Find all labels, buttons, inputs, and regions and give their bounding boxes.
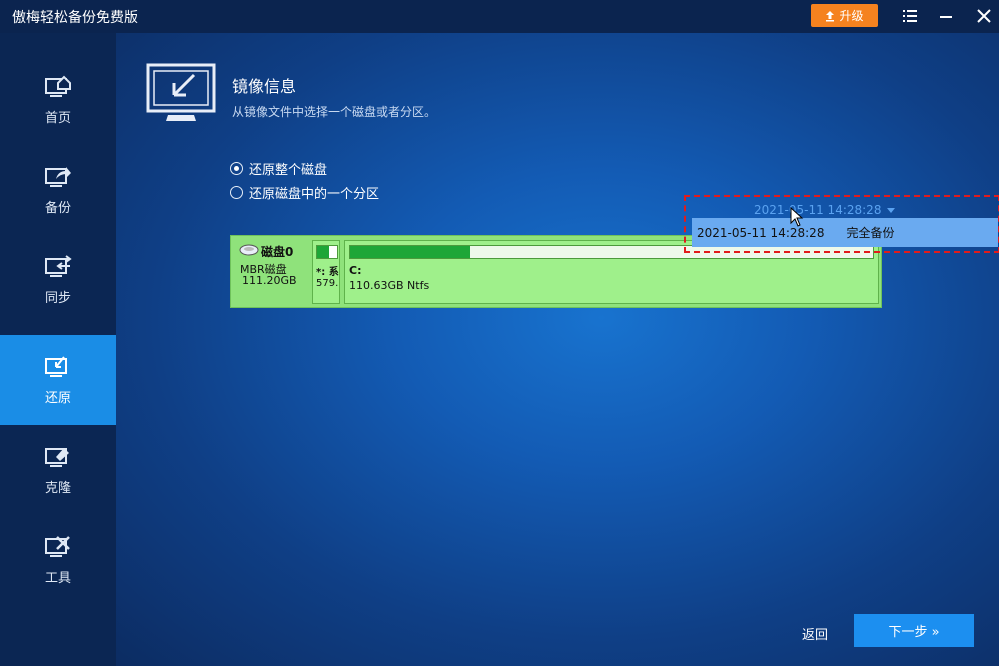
page-title: 镜像信息 xyxy=(232,77,297,96)
upgrade-arrow-icon xyxy=(826,10,835,21)
sidebar-item-clone[interactable]: 克隆 xyxy=(0,425,116,515)
menu-icon[interactable] xyxy=(900,6,920,26)
sidebar-item-label: 工具 xyxy=(44,570,71,586)
disk-size: 111.20GB xyxy=(242,274,297,287)
mouse-cursor-icon xyxy=(790,207,804,227)
partition-system[interactable]: *: 系 579. xyxy=(312,240,340,304)
option-type: 完全备份 xyxy=(846,226,895,240)
sidebar-item-label: 克隆 xyxy=(44,480,71,496)
upgrade-label: 升级 xyxy=(839,9,864,23)
next-button[interactable]: 下一步 » xyxy=(854,614,974,647)
sidebar: 首页 备份 同步 还原 克隆 工具 xyxy=(0,33,116,666)
clone-icon xyxy=(45,447,69,467)
dropdown-selected[interactable]: 2021-05-11 14:28:28 xyxy=(754,203,896,217)
restore-partition-option[interactable]: 还原磁盘中的一个分区 xyxy=(230,183,379,202)
page-subtitle: 从镜像文件中选择一个磁盘或者分区。 xyxy=(232,105,437,119)
upgrade-button[interactable]: 升级 xyxy=(811,4,878,27)
radio-checked[interactable] xyxy=(230,162,243,175)
sync-icon xyxy=(45,254,72,277)
close-icon[interactable] xyxy=(974,6,994,26)
usage-fill xyxy=(317,246,329,258)
backup-version-dropdown[interactable]: 2021-05-11 14:28:28 2021-05-11 14:28:28 … xyxy=(684,195,999,253)
partition-label: *: 系 xyxy=(316,267,339,278)
sidebar-item-label: 同步 xyxy=(44,290,71,306)
tools-icon xyxy=(45,535,70,557)
chevron-down-icon xyxy=(887,207,896,213)
restore-whole-disk-option[interactable]: 还原整个磁盘 xyxy=(230,159,327,178)
restore-icon xyxy=(45,355,67,377)
main-panel: 镜像信息 从镜像文件中选择一个磁盘或者分区。 还原整个磁盘 还原磁盘中的一个分区… xyxy=(116,33,999,666)
restore-whole-disk-label: 还原整个磁盘 xyxy=(249,163,328,178)
sidebar-item-label: 还原 xyxy=(44,390,71,406)
radio-unchecked[interactable] xyxy=(230,186,243,199)
backup-icon xyxy=(45,166,71,187)
restore-monitor-icon xyxy=(146,63,216,121)
partition-label: C: xyxy=(349,264,362,277)
restore-partition-label: 还原磁盘中的一个分区 xyxy=(249,187,380,202)
sidebar-item-tools[interactable]: 工具 xyxy=(0,515,116,605)
app-title: 傲梅轻松备份免费版 xyxy=(12,10,138,26)
sidebar-item-label: 首页 xyxy=(44,110,71,126)
sidebar-item-backup[interactable]: 备份 xyxy=(0,145,116,235)
disk-name: 磁盘0 xyxy=(261,245,294,259)
sidebar-item-restore[interactable]: 还原 xyxy=(0,335,116,425)
sidebar-item-sync[interactable]: 同步 xyxy=(0,235,116,325)
option-time: 2021-05-11 14:28:28 xyxy=(697,225,825,240)
sidebar-item-label: 备份 xyxy=(44,200,71,216)
title-bar: 傲梅轻松备份免费版 升级 xyxy=(0,0,999,33)
back-button[interactable]: 返回 xyxy=(802,624,828,643)
dropdown-option[interactable]: 2021-05-11 14:28:28 完全备份 xyxy=(692,218,998,247)
partition-size: 579. xyxy=(316,278,339,289)
home-icon xyxy=(45,75,71,97)
disk-info: 磁盘0 MBR磁盘 111.20GB xyxy=(231,236,311,307)
minimize-icon[interactable] xyxy=(936,6,956,26)
partition-usage-bar xyxy=(316,245,338,259)
disk-icon xyxy=(239,244,259,256)
usage-fill xyxy=(350,246,471,258)
dropdown-selected-value: 2021-05-11 14:28:28 xyxy=(754,203,882,217)
sidebar-item-home[interactable]: 首页 xyxy=(0,55,116,145)
partition-size: 110.63GB Ntfs xyxy=(349,279,430,292)
